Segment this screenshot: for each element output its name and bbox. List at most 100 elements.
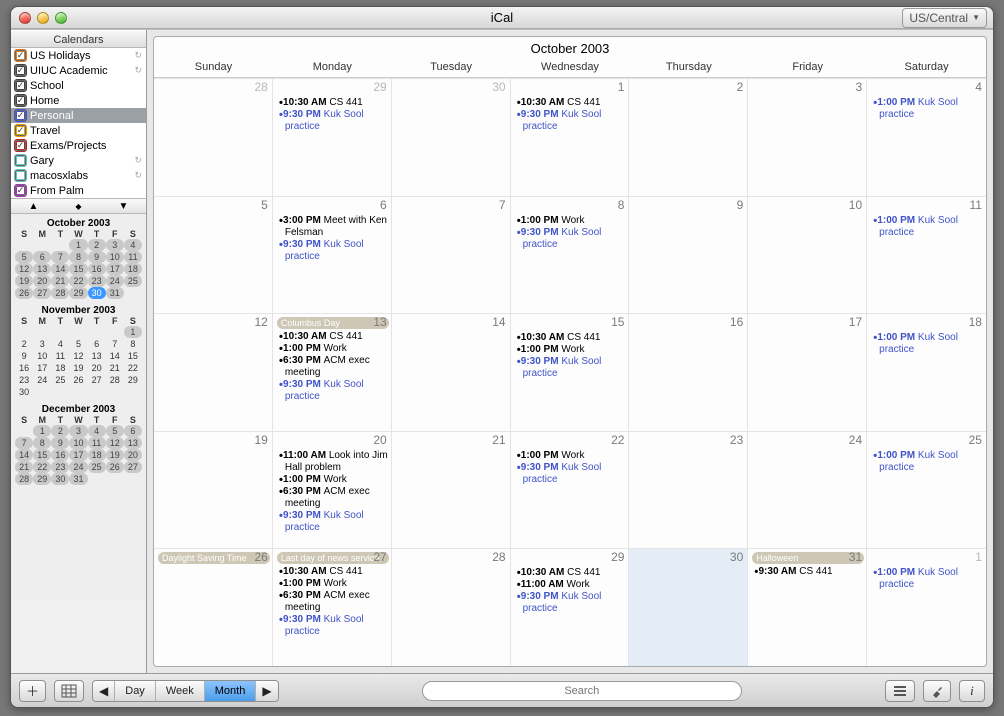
mini-prev-button[interactable]: ▲ (22, 201, 46, 212)
event[interactable]: •1:00 PM Kuk Sool practice (873, 215, 984, 239)
mini-day[interactable]: 26 (106, 461, 124, 473)
add-calendar-button[interactable]: ＋ (19, 680, 46, 702)
mini-day[interactable]: 20 (33, 275, 51, 287)
day-cell[interactable]: 22•1:00 PM Work•9:30 PM Kuk Sool practic… (511, 432, 630, 549)
mini-day[interactable]: 6 (124, 425, 142, 437)
event[interactable]: •1:00 PM Kuk Sool practice (873, 97, 984, 121)
mini-day[interactable]: 17 (69, 449, 87, 461)
mini-day[interactable]: 25 (124, 275, 142, 287)
event[interactable]: •10:30 AM CS 441 (517, 567, 627, 579)
mini-day[interactable]: 16 (51, 449, 69, 461)
event[interactable]: •1:00 PM Work (517, 344, 627, 356)
day-cell[interactable]: 12 (154, 314, 273, 431)
day-cell[interactable]: 4•1:00 PM Kuk Sool practice (867, 79, 986, 196)
day-cell[interactable]: 2 (629, 79, 748, 196)
mini-day[interactable]: 26 (69, 374, 87, 386)
day-cell[interactable]: 7 (392, 197, 511, 314)
mini-day[interactable]: 23 (15, 374, 33, 386)
mini-day[interactable]: 1 (124, 326, 142, 338)
mini-day[interactable]: 27 (124, 461, 142, 473)
mini-day[interactable]: 1 (69, 239, 87, 251)
calendar-item[interactable]: School (11, 78, 146, 93)
mini-day[interactable]: 9 (88, 251, 106, 263)
mini-day[interactable]: 12 (69, 350, 87, 362)
day-cell[interactable]: 21 (392, 432, 511, 549)
event[interactable]: •10:30 AM CS 441 (279, 331, 389, 343)
mini-day[interactable]: 29 (69, 287, 87, 299)
mini-day[interactable]: 4 (124, 239, 142, 251)
mini-day[interactable]: 12 (106, 437, 124, 449)
view-week-button[interactable]: Week (156, 681, 205, 701)
calendar-item[interactable]: Personal (11, 108, 146, 123)
day-cell[interactable]: 16 (629, 314, 748, 431)
mini-day[interactable]: 13 (88, 350, 106, 362)
event[interactable]: •6:30 PM ACM exec meeting (279, 355, 389, 379)
mini-day[interactable]: 6 (88, 338, 106, 350)
mini-day[interactable]: 7 (51, 251, 69, 263)
mini-day[interactable]: 3 (33, 338, 51, 350)
calendar-checkbox[interactable] (15, 65, 26, 76)
event[interactable]: •1:00 PM Kuk Sool practice (873, 450, 984, 474)
day-cell[interactable]: 5 (154, 197, 273, 314)
event[interactable]: •9:30 PM Kuk Sool practice (517, 462, 627, 486)
day-cell[interactable]: 13Columbus Day•10:30 AM CS 441•1:00 PM W… (273, 314, 392, 431)
mini-day[interactable]: 18 (124, 263, 142, 275)
prev-period-button[interactable]: ◀ (93, 681, 115, 701)
show-list-button[interactable] (885, 680, 915, 702)
event[interactable]: •9:30 PM Kuk Sool practice (279, 109, 389, 133)
mini-day[interactable]: 27 (88, 374, 106, 386)
event[interactable]: •10:30 AM CS 441 (279, 97, 389, 109)
day-cell[interactable]: 17 (748, 314, 867, 431)
show-info-drawer-button[interactable] (923, 680, 951, 702)
mini-day[interactable]: 8 (69, 251, 87, 263)
event[interactable]: •10:30 AM CS 441 (279, 566, 389, 578)
mini-day[interactable]: 23 (88, 275, 106, 287)
day-cell[interactable]: 30 (629, 549, 748, 666)
day-cell[interactable]: 30 (392, 79, 511, 196)
mini-day[interactable]: 19 (69, 362, 87, 374)
calendar-item[interactable]: From Palm (11, 183, 146, 198)
allday-event[interactable]: Daylight Saving Time (158, 552, 270, 564)
day-cell[interactable]: 28 (154, 79, 273, 196)
mini-day[interactable]: 3 (106, 239, 124, 251)
event[interactable]: •6:30 PM ACM exec meeting (279, 486, 389, 510)
event[interactable]: •9:30 PM Kuk Sool practice (517, 227, 627, 251)
calendar-item[interactable]: Home (11, 93, 146, 108)
day-cell[interactable]: 26Daylight Saving Time (154, 549, 273, 666)
day-cell[interactable]: 28 (392, 549, 511, 666)
day-cell[interactable]: 19 (154, 432, 273, 549)
mini-day[interactable]: 19 (106, 449, 124, 461)
view-month-button[interactable]: Month (205, 681, 257, 701)
event[interactable]: •1:00 PM Kuk Sool practice (873, 332, 984, 356)
mini-day[interactable]: 14 (51, 263, 69, 275)
mini-day[interactable]: 9 (51, 437, 69, 449)
day-cell[interactable]: 15•10:30 AM CS 441•1:00 PM Work•9:30 PM … (511, 314, 630, 431)
day-cell[interactable]: 20•11:00 AM Look into Jim Hall problem•1… (273, 432, 392, 549)
calendar-checkbox[interactable] (15, 185, 26, 196)
mini-day[interactable]: 7 (106, 338, 124, 350)
mini-day[interactable]: 22 (69, 275, 87, 287)
mini-day[interactable]: 17 (106, 263, 124, 275)
allday-event[interactable]: Halloween (752, 552, 864, 564)
event[interactable]: •11:00 AM Work (517, 579, 627, 591)
day-cell[interactable]: 8•1:00 PM Work•9:30 PM Kuk Sool practice (511, 197, 630, 314)
calendar-checkbox[interactable] (15, 155, 26, 166)
mini-day[interactable]: 30 (88, 287, 106, 299)
calendar-checkbox[interactable] (15, 110, 26, 121)
mini-day[interactable]: 5 (15, 251, 33, 263)
mini-day[interactable]: 30 (15, 386, 33, 398)
mini-day[interactable]: 29 (33, 473, 51, 485)
event[interactable]: •1:00 PM Work (279, 578, 389, 590)
event[interactable]: •6:30 PM ACM exec meeting (279, 590, 389, 614)
mini-day[interactable]: 13 (33, 263, 51, 275)
calendar-checkbox[interactable] (15, 50, 26, 61)
mini-day[interactable]: 15 (124, 350, 142, 362)
mini-day[interactable]: 24 (33, 374, 51, 386)
calendar-item[interactable]: Travel (11, 123, 146, 138)
mini-day[interactable]: 21 (106, 362, 124, 374)
mini-day[interactable]: 16 (88, 263, 106, 275)
event[interactable]: •10:30 AM CS 441 (517, 97, 627, 109)
event[interactable]: •9:30 PM Kuk Sool practice (517, 356, 627, 380)
mini-day[interactable]: 23 (51, 461, 69, 473)
allday-event[interactable]: Columbus Day (277, 317, 389, 329)
